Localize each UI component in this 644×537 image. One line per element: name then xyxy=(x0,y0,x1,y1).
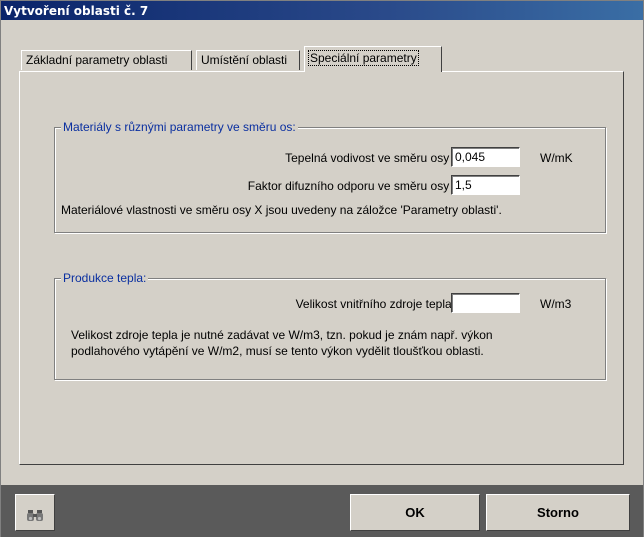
materials-note: Materiálové vlastnosti ve směru osy X js… xyxy=(61,203,502,217)
tab-label: Umístění oblasti xyxy=(201,53,288,67)
heat-source-unit: W/m3 xyxy=(540,297,572,311)
thermal-conductivity-label: Tepelná vodivost ve směru osy Y: xyxy=(285,151,463,165)
tab-placement[interactable]: Umístění oblasti xyxy=(196,50,300,70)
materials-group: Materiály s různými parametry ve směru o… xyxy=(54,120,606,233)
tab-label: Základní parametry oblasti xyxy=(26,53,168,67)
diffusion-factor-label: Faktor difuzního odporu ve směru osy Y: xyxy=(247,179,463,193)
heat-source-label: Velikost vnitřního zdroje tepla: xyxy=(295,297,455,311)
title-bar[interactable]: Vytvoření oblasti č. 7 xyxy=(1,1,643,20)
thermal-conductivity-input[interactable] xyxy=(451,147,520,167)
cancel-button[interactable]: Storno xyxy=(486,494,630,531)
heat-production-group: Produkce tepla: Velikost vnitřního zdroj… xyxy=(54,271,606,380)
binoculars-icon xyxy=(26,501,44,536)
thermal-conductivity-unit: W/mK xyxy=(540,151,573,165)
tab-special-parameters[interactable]: Speciální parametry xyxy=(304,46,442,72)
heat-note-line-2: podlahového vytápění ve W/m2, musí se te… xyxy=(71,344,484,358)
window-title: Vytvoření oblasti č. 7 xyxy=(4,4,149,18)
diffusion-factor-input[interactable] xyxy=(451,175,520,195)
heat-source-input[interactable] xyxy=(451,293,520,313)
tab-label: Speciální parametry xyxy=(308,50,419,66)
find-button[interactable] xyxy=(15,494,55,531)
tab-panel: Materiály s různými parametry ve směru o… xyxy=(19,71,624,465)
ok-button[interactable]: OK xyxy=(350,494,480,531)
heat-note-line-1: Velikost zdroje tepla je nutné zadávat v… xyxy=(71,328,493,342)
heat-production-legend: Produkce tepla: xyxy=(61,271,149,285)
tab-basic-parameters[interactable]: Základní parametry oblasti xyxy=(21,50,192,70)
materials-legend: Materiály s různými parametry ve směru o… xyxy=(61,120,298,134)
dialog-window: Vytvoření oblasti č. 7 Základní parametr… xyxy=(0,0,644,537)
